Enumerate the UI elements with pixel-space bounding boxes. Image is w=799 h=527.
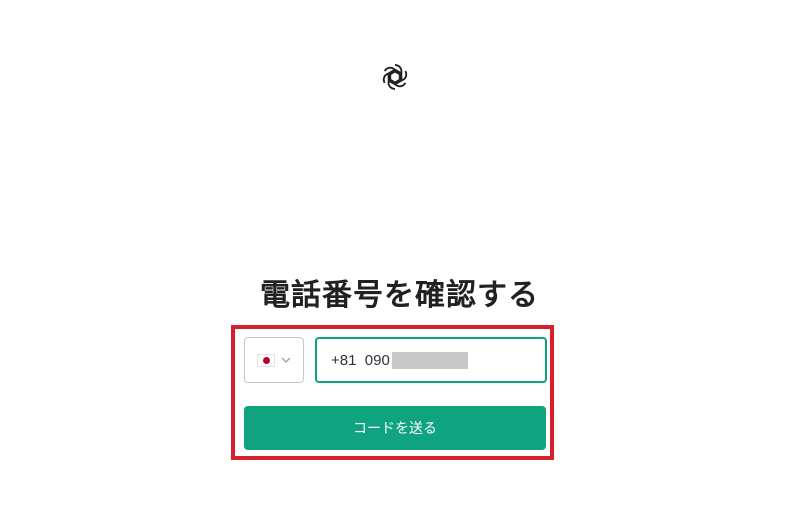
send-code-button[interactable]: コードを送る [244, 406, 546, 450]
openai-logo-icon [380, 64, 410, 90]
japan-flag-icon [257, 353, 275, 367]
chevron-down-icon [281, 357, 291, 363]
country-select[interactable] [244, 337, 304, 383]
page-title: 電話番号を確認する [260, 278, 539, 313]
phone-number-value: 090 [364, 351, 390, 369]
phone-country-code: +81 [331, 351, 357, 369]
phone-number-input[interactable]: +81 090 [315, 337, 547, 383]
redacted-digits [391, 351, 468, 369]
